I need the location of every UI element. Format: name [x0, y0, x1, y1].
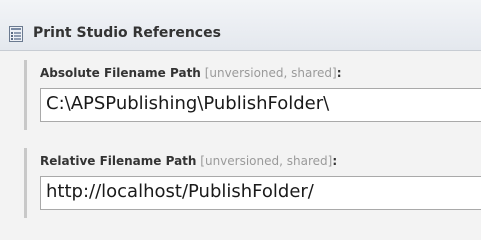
panel-header: Print Studio References	[0, 0, 481, 51]
relative-path-input[interactable]: http://localhost/PublishFolder/	[40, 176, 481, 210]
print-studio-references-panel: Print Studio References Absolute Filenam…	[0, 0, 481, 240]
absolute-path-field: Absolute Filename Path [unversioned, sha…	[24, 60, 481, 130]
relative-path-label-colon: :	[332, 154, 338, 168]
relative-path-label: Relative Filename Path [unversioned, sha…	[40, 154, 337, 168]
absolute-path-input[interactable]: C:\APSPublishing\PublishFolder\	[40, 88, 481, 122]
document-list-icon	[9, 26, 23, 42]
panel-title: Print Studio References	[33, 25, 221, 41]
absolute-path-label-name: Absolute Filename Path	[40, 66, 201, 80]
relative-path-label-name: Relative Filename Path	[40, 154, 197, 168]
absolute-path-label-colon: :	[336, 66, 342, 80]
absolute-path-label-tag: [unversioned, shared]	[204, 66, 337, 80]
absolute-path-label: Absolute Filename Path [unversioned, sha…	[40, 66, 342, 80]
relative-path-field: Relative Filename Path [unversioned, sha…	[24, 148, 481, 218]
relative-path-label-tag: [unversioned, shared]	[200, 154, 333, 168]
